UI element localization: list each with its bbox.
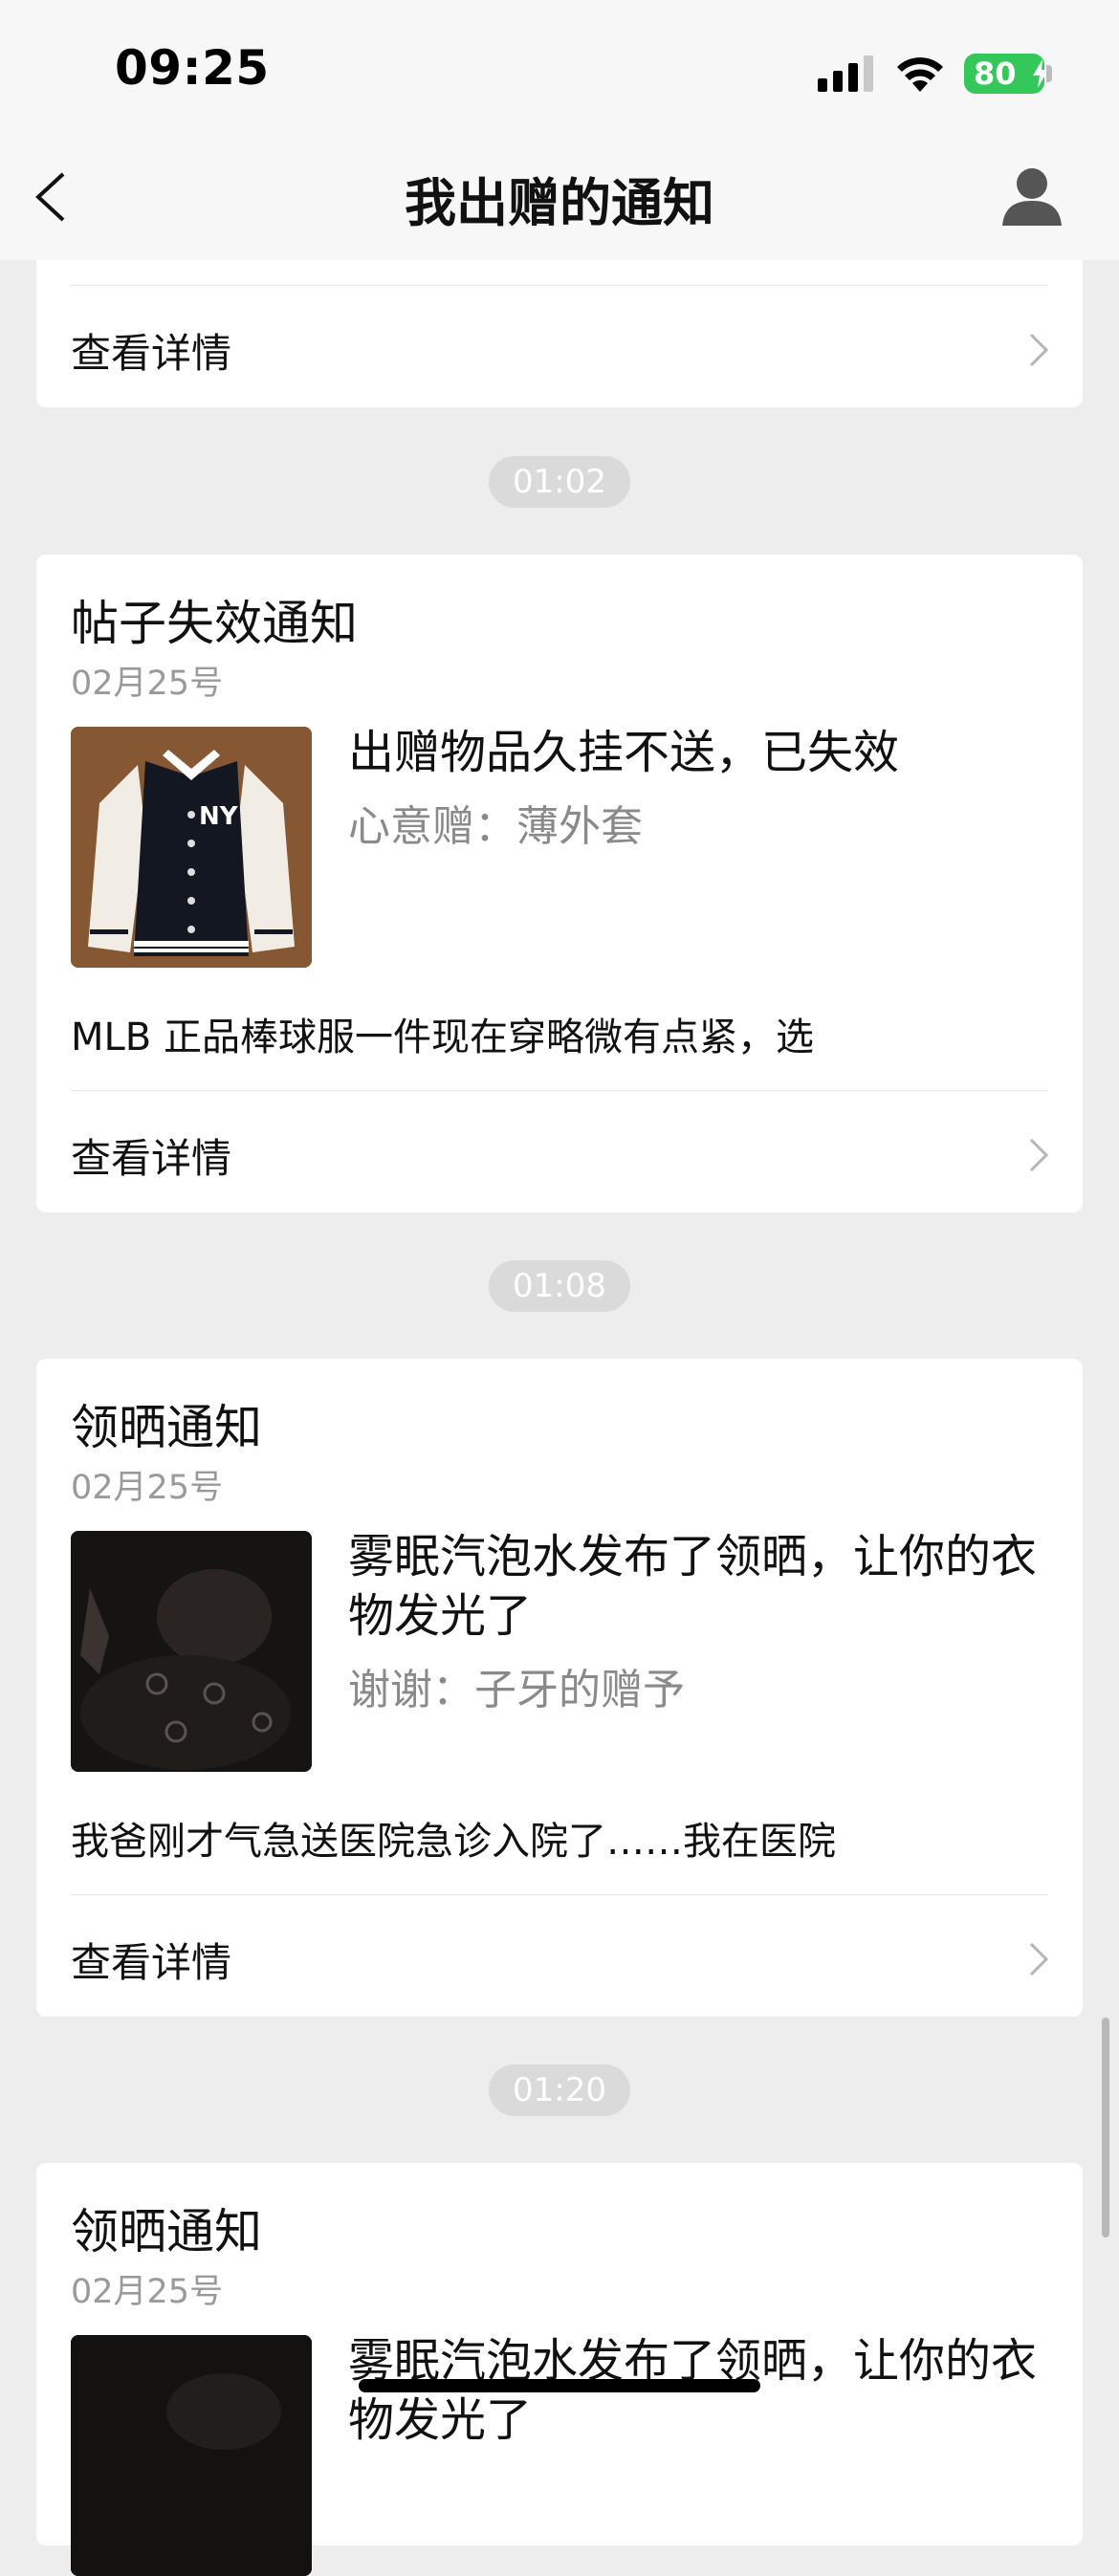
timestamp-pill: 01:02 — [489, 456, 630, 508]
notification-list: 查看详情 01:02 帖子失效通知 02月25号 NY 出赠物品久挂不送，已失效… — [0, 0, 1119, 2576]
battery-level: 80 — [974, 55, 1017, 92]
page-title: 我出赠的通知 — [405, 173, 714, 233]
item-thumbnail[interactable] — [71, 1531, 312, 1772]
dark-photo-image — [71, 2335, 312, 2576]
wifi-icon — [897, 57, 943, 92]
post-excerpt: MLB 正品棒球服一件现在穿略微有点紧，选 — [71, 1015, 814, 1059]
notification-card[interactable]: 领晒通知 02月25号 雾眠汽泡水发布了领晒，让你的衣物发光了 — [36, 2163, 1083, 2576]
view-details-row[interactable]: 查看详情 — [36, 1109, 1083, 1195]
view-details-row[interactable]: 查看详情 — [36, 1913, 1083, 1999]
chevron-right-icon — [1029, 333, 1049, 367]
scrollbar[interactable] — [1102, 2018, 1109, 2238]
divider — [71, 285, 1048, 286]
card-title: 领晒通知 — [71, 2204, 262, 2259]
battery-indicator: 80 — [964, 54, 1048, 94]
jacket-image: NY — [71, 727, 312, 968]
divider — [71, 1894, 1048, 1895]
view-details-label: 查看详情 — [71, 1939, 232, 1986]
dark-photo-image — [71, 1531, 312, 1772]
view-details-row[interactable]: 查看详情 — [36, 304, 1083, 390]
card-date: 02月25号 — [71, 665, 224, 703]
view-details-label: 查看详情 — [71, 330, 232, 377]
cellular-signal-icon — [818, 55, 873, 92]
timestamp-pill: 01:20 — [489, 2064, 630, 2116]
item-thumbnail[interactable] — [71, 2335, 312, 2576]
item-thumbnail[interactable]: NY — [71, 727, 312, 968]
view-details-label: 查看详情 — [71, 1135, 232, 1182]
timestamp-pill: 01:08 — [489, 1260, 630, 1312]
notification-message: 出赠物品久挂不送，已失效 — [348, 726, 900, 779]
user-avatar-icon[interactable] — [1000, 164, 1064, 228]
card-date: 02月25号 — [71, 1469, 224, 1507]
notification-message: 雾眠汽泡水发布了领晒，让你的衣物发光了 — [348, 1530, 1038, 1643]
gift-info: 心意赠：薄外套 — [348, 802, 643, 851]
battery-tip — [1046, 65, 1052, 82]
chevron-right-icon — [1029, 1942, 1049, 1976]
chevron-right-icon — [1029, 1138, 1049, 1172]
svg-text:NY: NY — [199, 802, 239, 831]
gift-info: 谢谢：子牙的赠予 — [348, 1666, 685, 1714]
post-excerpt: 我爸刚才气急送医院急诊入院了……我在医院 — [71, 1820, 836, 1864]
divider — [71, 1090, 1048, 1091]
card-title: 帖子失效通知 — [71, 596, 358, 651]
card-date: 02月25号 — [71, 2273, 224, 2311]
top-bar: 09:25 80 我出赠的通知 — [0, 0, 1119, 260]
notification-card[interactable]: 帖子失效通知 02月25号 NY 出赠物品久挂不送，已失效 心意赠：薄外套 ML… — [36, 555, 1083, 1212]
card-title: 领晒通知 — [71, 1400, 262, 1455]
notification-card[interactable]: 领晒通知 02月25号 雾眠汽泡水发布了领晒，让你的衣物发光了 谢谢：子牙的赠予… — [36, 1359, 1083, 2017]
status-time: 09:25 — [115, 40, 270, 96]
home-indicator[interactable] — [359, 2379, 760, 2392]
